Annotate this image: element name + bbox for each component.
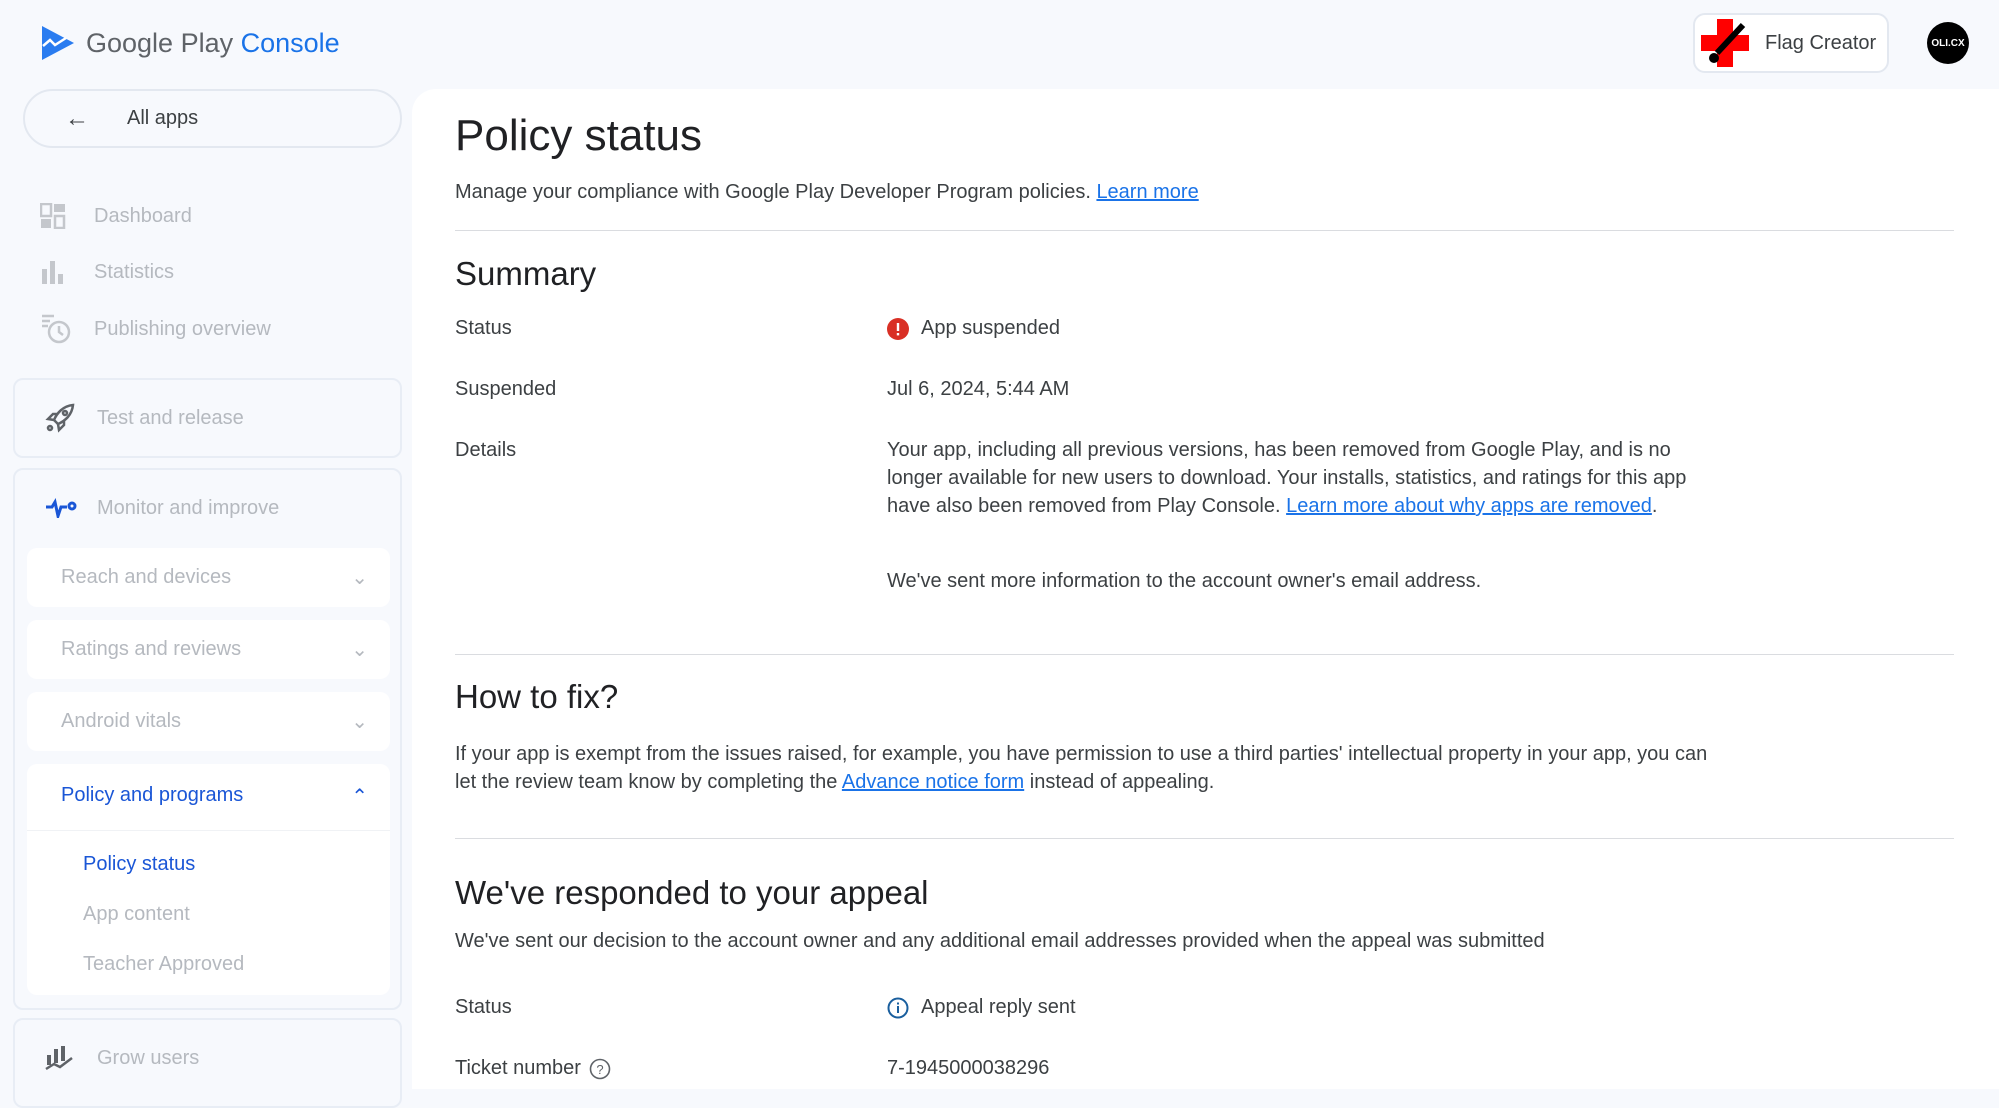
status-label: Status bbox=[455, 317, 512, 339]
chevron-down-icon: ⌄ bbox=[351, 711, 368, 733]
details-text: Your app, including all previous version… bbox=[887, 439, 1687, 517]
ticket-label-text: Ticket number bbox=[455, 1057, 581, 1079]
section-label: Grow users bbox=[97, 1046, 200, 1069]
monitor-header[interactable]: Monitor and improve bbox=[15, 470, 400, 546]
summary-heading: Summary bbox=[455, 255, 597, 292]
chevron-down-icon: ⌄ bbox=[351, 567, 368, 589]
section-label: Monitor and improve bbox=[97, 496, 280, 519]
bar-chart-icon bbox=[40, 259, 94, 285]
help-icon[interactable]: ? bbox=[589, 1058, 611, 1080]
details-note: We've sent more information to the accou… bbox=[887, 570, 1482, 592]
app-icon bbox=[1699, 17, 1751, 69]
suspended-date: Jul 6, 2024, 5:44 AM bbox=[887, 378, 1070, 400]
nav-label: Dashboard bbox=[94, 204, 192, 227]
section-label: Test and release bbox=[97, 406, 244, 429]
group-label: Policy and programs bbox=[61, 784, 244, 806]
status-value: App suspended bbox=[887, 317, 1060, 340]
status-text: App suspended bbox=[921, 317, 1061, 339]
ticket-number-label: Ticket number ? bbox=[455, 1057, 611, 1080]
publishing-clock-icon bbox=[40, 313, 94, 345]
sidebar-section-grow-users[interactable]: Grow users bbox=[13, 1018, 402, 1108]
account-avatar[interactable]: OLI.CX bbox=[1927, 22, 1969, 64]
sidebar-item-teacher-approved[interactable]: Teacher Approved bbox=[83, 953, 244, 976]
svg-text:?: ? bbox=[596, 1062, 603, 1077]
sidebar-item-policy-status[interactable]: Policy status bbox=[83, 853, 195, 876]
sidebar-section-test-and-release[interactable]: Test and release bbox=[13, 378, 402, 458]
error-icon bbox=[887, 317, 909, 340]
sidebar-group-reach-and-devices[interactable]: Reach and devices ⌄ bbox=[27, 548, 390, 607]
dashboard-icon bbox=[40, 203, 94, 229]
page-title: Policy status bbox=[455, 111, 702, 160]
play-console-logo-icon bbox=[42, 26, 74, 60]
sidebar-group-android-vitals[interactable]: Android vitals ⌄ bbox=[27, 692, 390, 751]
all-apps-button[interactable]: ← All apps bbox=[23, 89, 402, 148]
suspended-label: Suspended bbox=[455, 378, 557, 400]
app-name: Flag Creator bbox=[1765, 31, 1877, 54]
ticket-number-value: 7-1945000038296 bbox=[887, 1057, 1050, 1079]
nav-label: Publishing overview bbox=[94, 317, 271, 340]
chevron-up-icon: ⌃ bbox=[351, 786, 368, 808]
back-arrow-icon: ← bbox=[65, 104, 89, 132]
divider bbox=[455, 230, 1954, 231]
details-label: Details bbox=[455, 439, 517, 461]
divider bbox=[27, 830, 390, 831]
sidebar-section-monitor-and-improve: Monitor and improve Reach and devices ⌄ R… bbox=[13, 468, 402, 1010]
group-label: Android vitals bbox=[61, 710, 182, 732]
how-to-fix-text: If your app is exempt from the issues ra… bbox=[455, 743, 1708, 793]
nav-label: Statistics bbox=[94, 260, 175, 283]
learn-more-removed-link[interactable]: Learn more about why apps are removed bbox=[1286, 495, 1652, 517]
appeal-status-value: Appeal reply sent bbox=[887, 996, 1076, 1019]
page-subtitle: Manage your compliance with Google Play … bbox=[455, 181, 1199, 203]
sidebar-group-ratings-and-reviews[interactable]: Ratings and reviews ⌄ bbox=[27, 620, 390, 679]
logo-text: Google Play Console bbox=[86, 27, 340, 58]
rocket-icon bbox=[45, 403, 97, 433]
info-icon bbox=[887, 997, 909, 1018]
how-to-fix-heading: How to fix? bbox=[455, 678, 619, 715]
chevron-down-icon: ⌄ bbox=[351, 639, 368, 661]
sidebar-item-publishing-overview[interactable]: Publishing overview bbox=[40, 313, 271, 345]
grow-users-icon bbox=[45, 1045, 97, 1071]
sidebar-item-statistics[interactable]: Statistics bbox=[40, 259, 174, 285]
all-apps-label: All apps bbox=[127, 107, 199, 129]
main-content: Policy status Manage your compliance wit… bbox=[412, 89, 1999, 1089]
sidebar-item-dashboard[interactable]: Dashboard bbox=[40, 203, 192, 229]
app-selector[interactable]: Flag Creator bbox=[1693, 13, 1889, 73]
sidebar-item-app-content[interactable]: App content bbox=[83, 903, 190, 926]
divider bbox=[455, 654, 1954, 655]
google-play-console-logo[interactable]: Google Play Console bbox=[40, 24, 340, 62]
appeal-heading: We've responded to your appeal bbox=[455, 874, 929, 911]
appeal-status-label: Status bbox=[455, 996, 512, 1018]
appeal-status-text: Appeal reply sent bbox=[921, 996, 1076, 1018]
appeal-text: We've sent our decision to the account o… bbox=[455, 930, 1545, 952]
group-label: Reach and devices bbox=[61, 566, 232, 588]
group-label: Ratings and reviews bbox=[61, 638, 242, 660]
divider bbox=[455, 838, 1954, 839]
learn-more-link[interactable]: Learn more bbox=[1096, 181, 1198, 203]
vitals-pulse-icon bbox=[45, 498, 97, 518]
advance-notice-form-link[interactable]: Advance notice form bbox=[842, 771, 1024, 793]
